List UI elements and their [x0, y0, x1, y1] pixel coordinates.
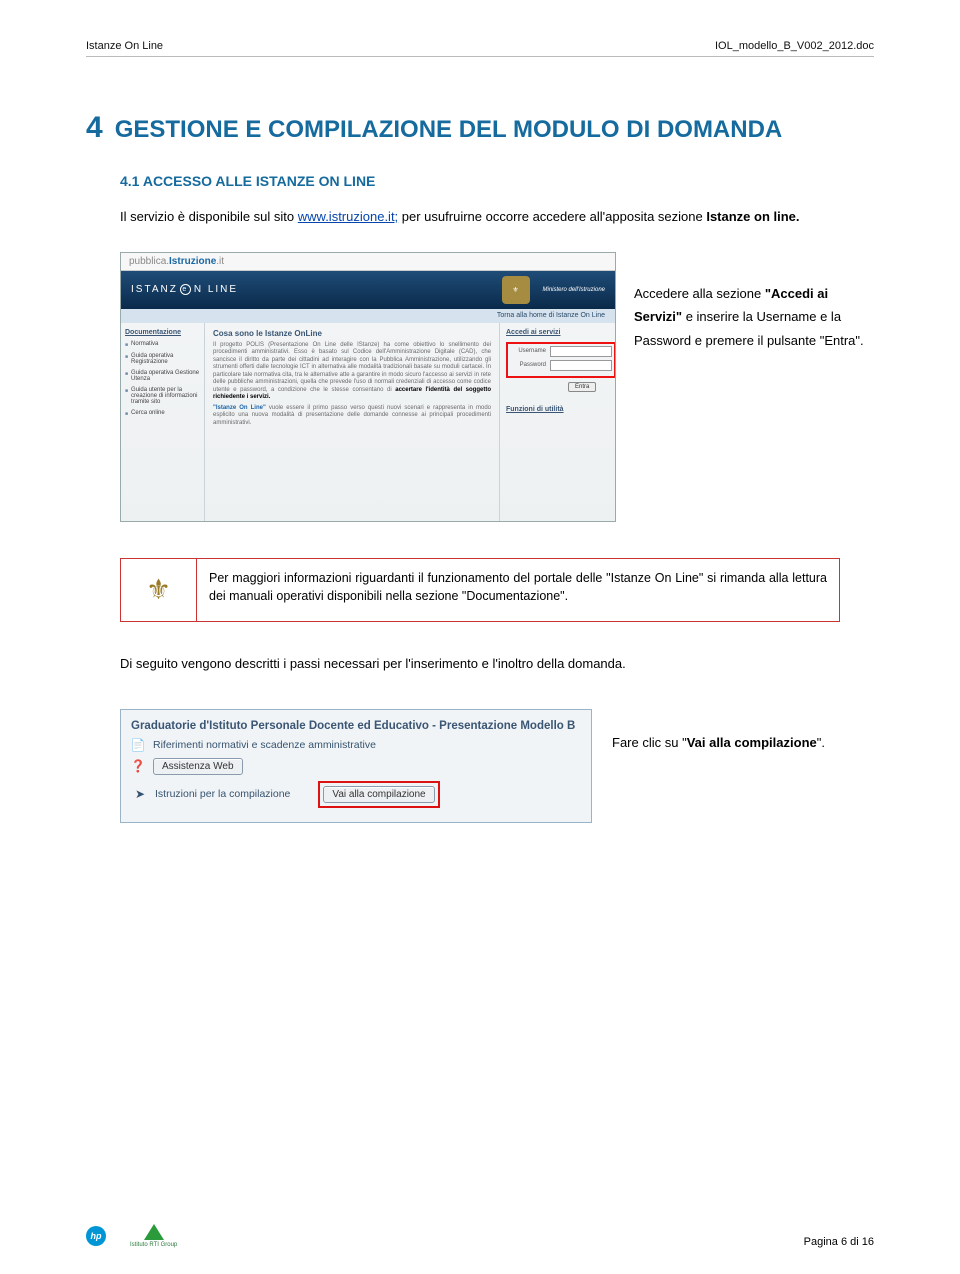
portal-screenshot: pubblica.Istruzione.it ISTANZeN LINE ⚜ M… — [120, 252, 616, 522]
assistenza-web-button[interactable]: Assistenza Web — [153, 758, 243, 775]
arrow-icon: ➤ — [133, 787, 147, 801]
header-rule — [86, 56, 874, 57]
section-title: GESTIONE E COMPILAZIONE DEL MODULO DI DO… — [115, 116, 783, 144]
panel-row-label: Istruzioni per la compilazione — [155, 788, 290, 800]
access-instructions: Accedere alla sezione "Accedi ai Servizi… — [634, 252, 874, 352]
header-left: Istanze On Line — [86, 40, 163, 52]
documentation-info-box: ⚜ Per maggiori informazioni riguardanti … — [120, 558, 840, 622]
hp-logo-icon: hp — [86, 1226, 106, 1246]
ss-domain-accent: Istruzione — [169, 256, 216, 267]
ss-side-item[interactable]: Guida operativa Gestione Utenza — [125, 370, 200, 382]
ss-domain-suffix: .it — [216, 256, 224, 267]
letter-o-icon: e — [180, 284, 191, 295]
ss-banner: ISTANZeN LINE ⚜ Ministero dell'Istruzion… — [121, 271, 615, 309]
page-footer: hp Istituto RTI Group Pagina 6 di 16 — [86, 1224, 874, 1248]
info-crest-cell: ⚜ — [121, 559, 197, 621]
ss-main-heading: Cosa sono le Istanze OnLine — [213, 329, 491, 338]
document-icon: 📄 — [131, 738, 145, 752]
click-text-c: ". — [817, 735, 825, 750]
ss-login-panel: Accedi ai servizi Username Password Entr… — [499, 323, 615, 521]
help-icon: ❓ — [131, 759, 145, 773]
username-label: Username — [510, 348, 546, 354]
ss-side-item[interactable]: Cerca online — [125, 410, 200, 417]
ss-side-item[interactable]: Guida operativa Registrazione — [125, 353, 200, 365]
click-text-a: Fare clic su " — [612, 735, 687, 750]
panel-title: Graduatorie d'Istituto Personale Docente… — [131, 720, 581, 732]
steps-intro: Di seguito vengono descritti i passi nec… — [120, 656, 840, 671]
ss-address-bar: pubblica.Istruzione.it — [121, 253, 615, 271]
intro-text-b: per usufruirne occorre accedere all'appo… — [398, 209, 706, 224]
republic-crest-icon: ⚜ — [138, 567, 180, 613]
password-input[interactable] — [550, 360, 612, 371]
crest-icon: ⚜ — [502, 276, 530, 304]
istruzione-link[interactable]: www.istruzione.it; — [298, 209, 398, 224]
ss-side-item[interactable]: Normativa — [125, 341, 200, 348]
page-number: Pagina 6 di 16 — [804, 1236, 874, 1248]
header-right: IOL_modello_B_V002_2012.doc — [715, 40, 874, 52]
info-message: Per maggiori informazioni riguardanti il… — [197, 559, 839, 621]
section-4-heading: 4 GESTIONE E COMPILAZIONE DEL MODULO DI … — [86, 111, 874, 145]
ss-main-p1: Il progetto POLIS (Presentazione On Line… — [213, 342, 491, 393]
intro-bold: Istanze on line. — [706, 209, 799, 224]
intro-paragraph: Il servizio è disponibile sul sito www.i… — [120, 207, 864, 228]
note-text-a: Accedere alla sezione — [634, 286, 761, 301]
ss-subbar: Torna alla home di Istanze On Line — [121, 309, 615, 323]
ss-utility-heading: Funzioni di utilità — [506, 406, 609, 413]
panel-row-istruzioni[interactable]: ➤ Istruzioni per la compilazione — [133, 787, 290, 801]
vai-compilazione-highlight: Vai alla compilazione — [318, 781, 439, 808]
ss-brand-a: ISTANZ — [131, 284, 178, 295]
ss-ministry-caption: Ministero dell'Istruzione — [542, 287, 605, 293]
ss-login-heading: Accedi ai servizi — [506, 329, 609, 336]
panel-row-assistenza[interactable]: ❓ Assistenza Web — [131, 758, 581, 775]
ss-side-heading: Documentazione — [125, 329, 200, 336]
ss-side-item[interactable]: Guida utente per la creazione di informa… — [125, 387, 200, 405]
ss-main-link: "Istanze On Line" — [213, 405, 266, 411]
panel-row-normativa[interactable]: 📄 Riferimenti normativi e scadenze ammin… — [131, 738, 581, 752]
entra-button[interactable]: Entra — [568, 382, 596, 392]
vai-compilazione-button[interactable]: Vai alla compilazione — [323, 786, 434, 803]
modello-b-panel: Graduatorie d'Istituto Personale Docente… — [120, 709, 592, 823]
ss-sidebar: Documentazione Normativa Guida operativa… — [121, 323, 205, 521]
subsection-4-1-heading: 4.1 ACCESSO ALLE ISTANZE ON LINE — [120, 173, 874, 189]
rti-logo-icon: Istituto RTI Group — [130, 1224, 177, 1248]
password-label: Password — [510, 362, 546, 368]
ss-login-highlight: Username Password — [506, 342, 616, 378]
username-input[interactable] — [550, 346, 612, 357]
ss-main-content: Cosa sono le Istanze OnLine Il progetto … — [205, 323, 499, 521]
panel-row-label: Riferimenti normativi e scadenze amminis… — [153, 739, 376, 751]
page-header: Istanze On Line IOL_modello_B_V002_2012.… — [86, 40, 874, 52]
click-instruction: Fare clic su "Vai alla compilazione". — [612, 709, 874, 754]
section-number: 4 — [86, 111, 103, 145]
ss-domain-prefix: pubblica. — [129, 256, 169, 267]
click-bold: Vai alla compilazione — [687, 735, 817, 750]
ss-brand-b: N LINE — [194, 284, 238, 295]
rti-caption: Istituto RTI Group — [130, 1242, 177, 1248]
intro-text-a: Il servizio è disponibile sul sito — [120, 209, 298, 224]
